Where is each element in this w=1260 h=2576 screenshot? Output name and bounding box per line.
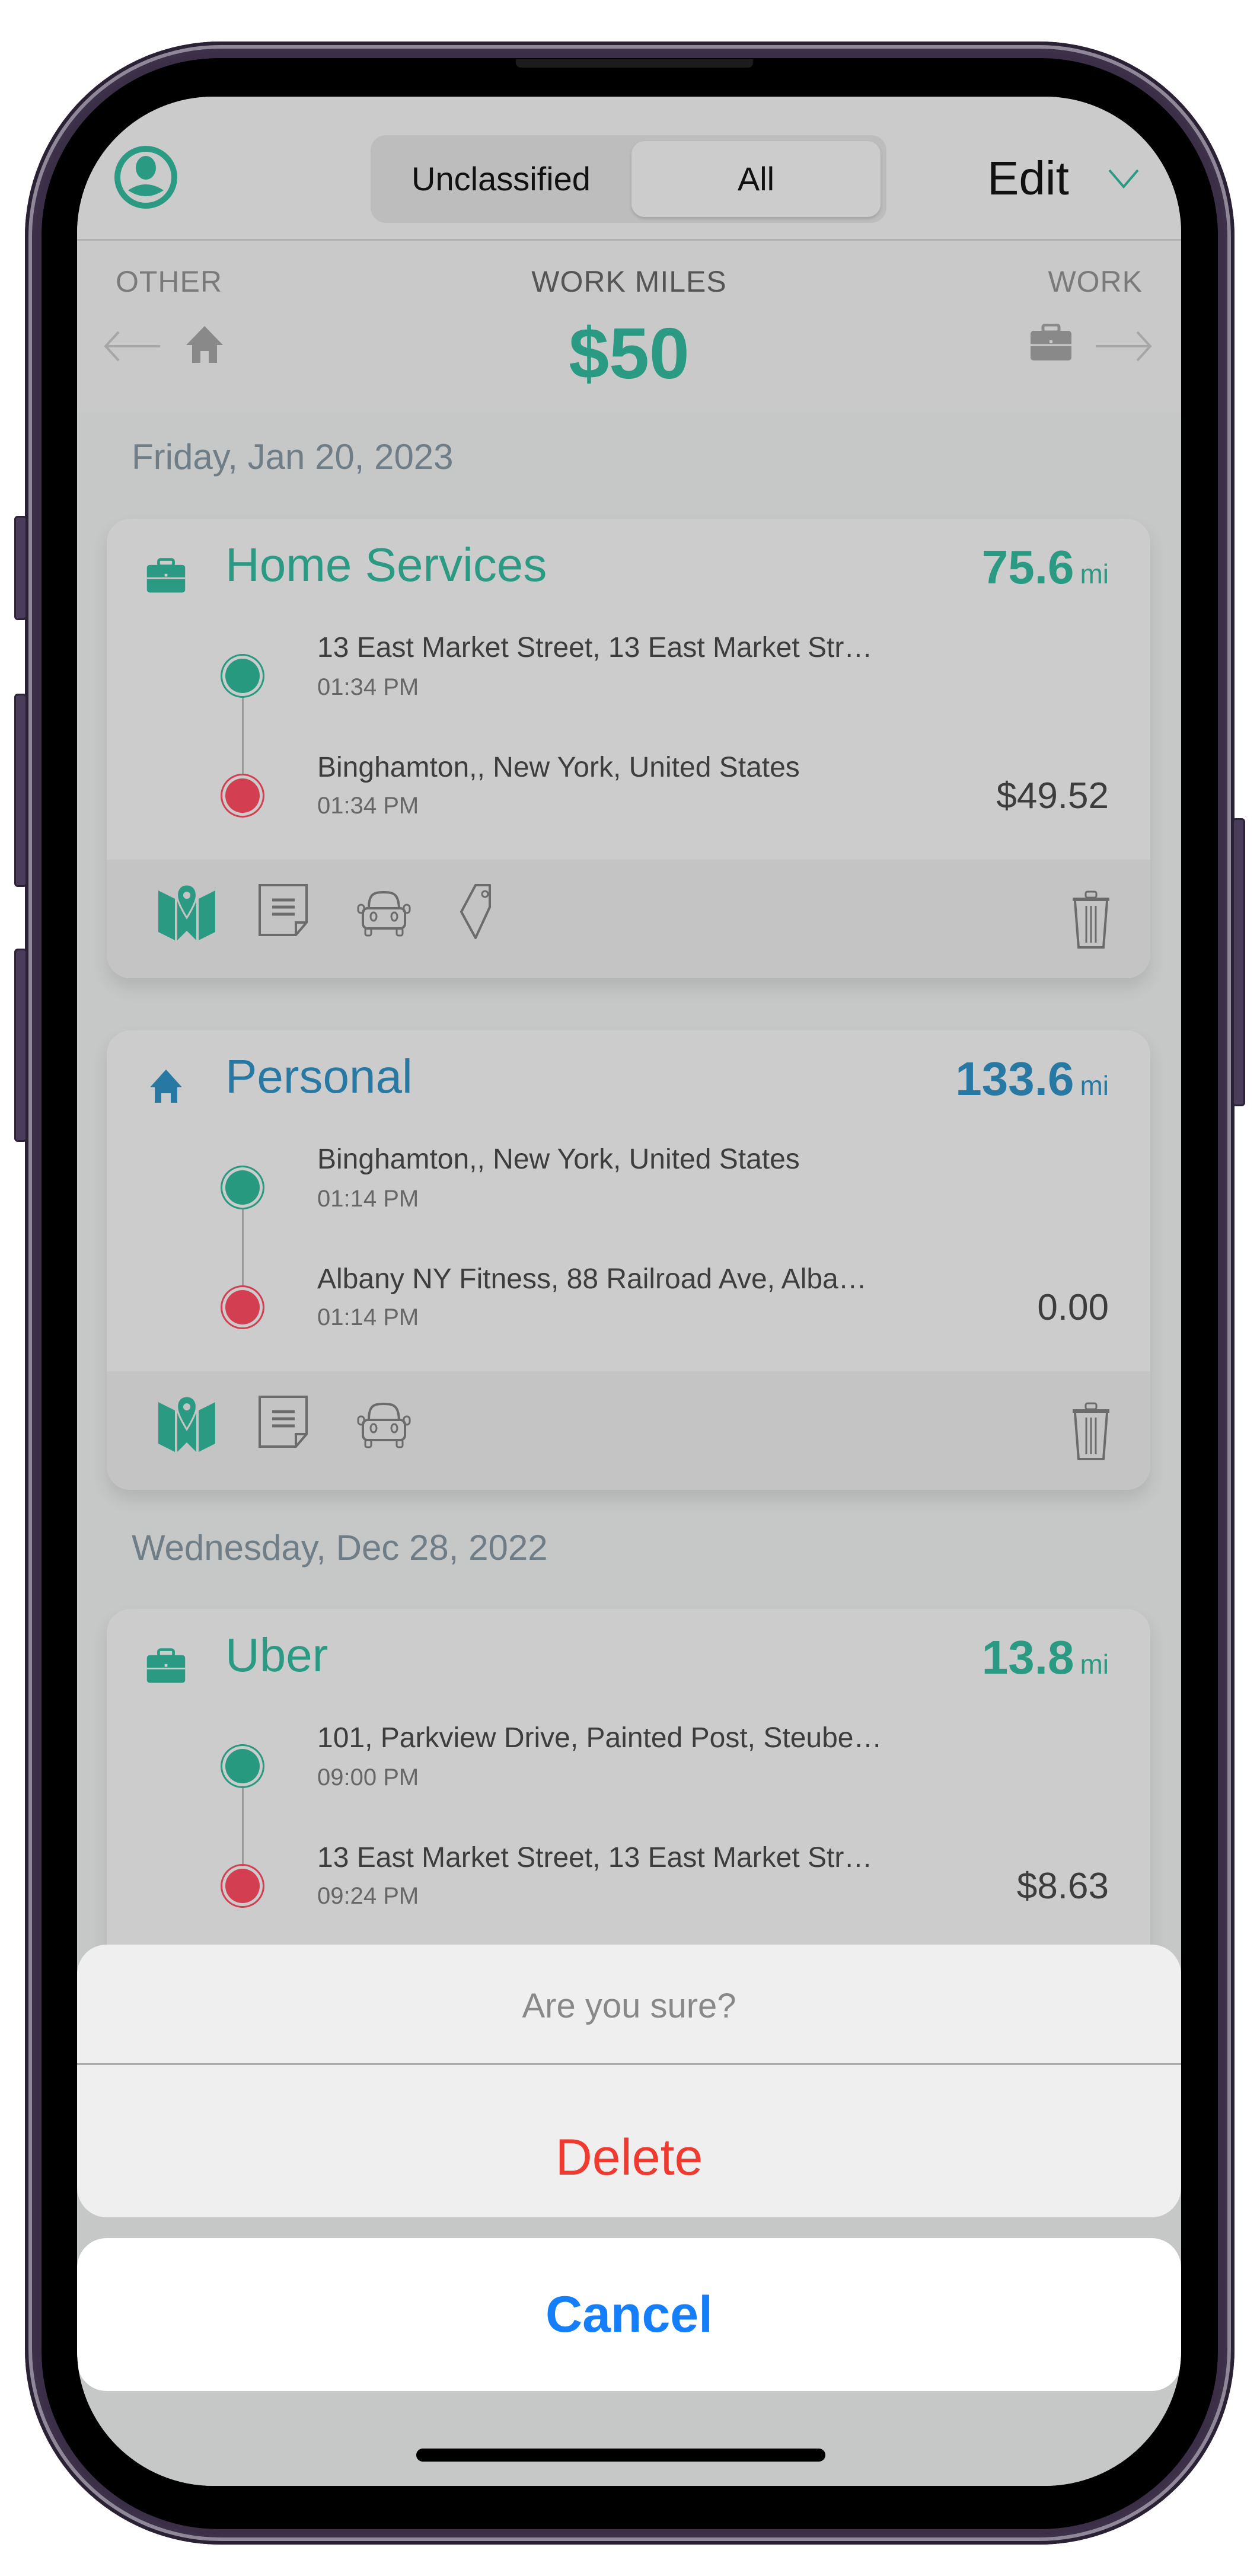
volume-down-button xyxy=(14,949,27,1142)
start-point-icon xyxy=(225,1170,260,1205)
delete-confirmation-sheet: Are you sure? Delete xyxy=(77,1945,1181,2217)
speaker-grille xyxy=(516,59,753,68)
date-header: Wednesday, Dec 28, 2022 xyxy=(132,1528,548,1568)
cancel-button[interactable]: Cancel xyxy=(77,2238,1181,2391)
cancel-label: Cancel xyxy=(545,2286,713,2343)
trip-card[interactable]: Home Services 75.6 mi 13 East Market Stre… xyxy=(107,519,1150,978)
trip-value: 0.00 xyxy=(1037,1287,1109,1328)
route-line xyxy=(242,1188,244,1306)
end-time: 09:24 PM xyxy=(317,1883,419,1909)
segment-all[interactable]: All xyxy=(631,141,881,217)
end-address: 13 East Market Street, 13 East Market St… xyxy=(317,1842,873,1873)
action-button xyxy=(14,516,27,620)
start-address: 13 East Market Street, 13 East Market St… xyxy=(317,632,873,663)
trip-miles: 13.8 mi xyxy=(982,1630,1109,1685)
top-bar: Unclassified All Edit xyxy=(77,97,1181,241)
trip-actions xyxy=(107,860,1150,978)
trip-miles: 75.6 mi xyxy=(982,540,1109,595)
map-icon[interactable] xyxy=(157,1395,216,1454)
route-line xyxy=(242,676,244,794)
segment-unclassified[interactable]: Unclassified xyxy=(377,141,626,217)
start-point-icon xyxy=(225,659,260,693)
car-icon[interactable] xyxy=(356,890,412,938)
end-point-icon xyxy=(225,1290,260,1324)
work-miles-label: WORK MILES xyxy=(531,265,727,298)
home-icon xyxy=(150,1070,182,1103)
start-address: 101, Parkview Drive, Painted Post, Steub… xyxy=(317,1722,882,1754)
start-time: 01:34 PM xyxy=(317,674,419,700)
arrow-right-icon[interactable] xyxy=(1091,328,1156,364)
trash-icon[interactable] xyxy=(1070,1402,1112,1461)
work-label: WORK xyxy=(1048,265,1143,298)
miles-unit: mi xyxy=(1080,1649,1109,1680)
map-icon[interactable] xyxy=(157,883,216,943)
filter-segmented-control: Unclassified All xyxy=(371,135,886,223)
arrow-left-icon[interactable] xyxy=(101,328,166,364)
notes-icon[interactable] xyxy=(258,1395,308,1448)
trip-category[interactable]: Home Services xyxy=(225,538,547,592)
trip-category[interactable]: Personal xyxy=(225,1049,413,1104)
start-point-icon xyxy=(225,1749,260,1783)
work-amount: $50 xyxy=(569,313,690,394)
car-icon[interactable] xyxy=(356,1402,412,1450)
sheet-title: Are you sure? xyxy=(522,1987,736,2025)
briefcase-icon xyxy=(146,558,186,593)
trip-value: $49.52 xyxy=(996,775,1109,816)
end-address: Albany NY Fitness, 88 Railroad Ave, Alba… xyxy=(317,1263,867,1295)
briefcase-icon xyxy=(146,1648,186,1683)
end-point-icon xyxy=(225,1869,260,1903)
edit-button[interactable]: Edit xyxy=(987,137,1069,220)
app-screen: Unclassified All Edit OTHER WORK MILES W… xyxy=(77,97,1181,2486)
route-line xyxy=(242,1766,244,1885)
delete-button[interactable]: Delete xyxy=(77,2128,1181,2187)
trip-category[interactable]: Uber xyxy=(225,1628,328,1683)
end-time: 01:34 PM xyxy=(317,793,419,819)
volume-up-button xyxy=(14,694,27,887)
trip-actions xyxy=(107,1371,1150,1490)
home-icon[interactable] xyxy=(184,324,225,365)
end-point-icon xyxy=(225,778,260,813)
miles-value: 13.8 xyxy=(981,1631,1074,1684)
end-time: 01:14 PM xyxy=(317,1304,419,1330)
user-circle-icon[interactable] xyxy=(113,144,179,210)
start-address: Binghamton,, New York, United States xyxy=(317,1144,800,1175)
miles-unit: mi xyxy=(1080,558,1109,589)
start-time: 01:14 PM xyxy=(317,1186,419,1212)
date-header: Friday, Jan 20, 2023 xyxy=(132,437,454,477)
miles-value: 133.6 xyxy=(955,1052,1074,1105)
trip-card[interactable]: Personal 133.6 mi Binghamton,, New York, … xyxy=(107,1030,1150,1490)
sheet-divider xyxy=(77,2063,1181,2065)
trip-miles: 133.6 mi xyxy=(955,1052,1109,1106)
briefcase-icon[interactable] xyxy=(1029,324,1073,362)
trash-icon[interactable] xyxy=(1070,890,1112,950)
miles-value: 75.6 xyxy=(981,541,1074,593)
chevron-down-icon[interactable] xyxy=(1106,163,1141,193)
miles-unit: mi xyxy=(1080,1070,1109,1101)
home-indicator[interactable] xyxy=(416,2449,825,2462)
trip-value: $8.63 xyxy=(1016,1866,1109,1907)
tag-icon[interactable] xyxy=(457,883,510,940)
end-address: Binghamton,, New York, United States xyxy=(317,752,800,783)
power-button xyxy=(1232,818,1245,1106)
summary-header: OTHER WORK MILES WORK $50 xyxy=(77,241,1181,413)
notes-icon[interactable] xyxy=(258,883,308,937)
start-time: 09:00 PM xyxy=(317,1764,419,1790)
